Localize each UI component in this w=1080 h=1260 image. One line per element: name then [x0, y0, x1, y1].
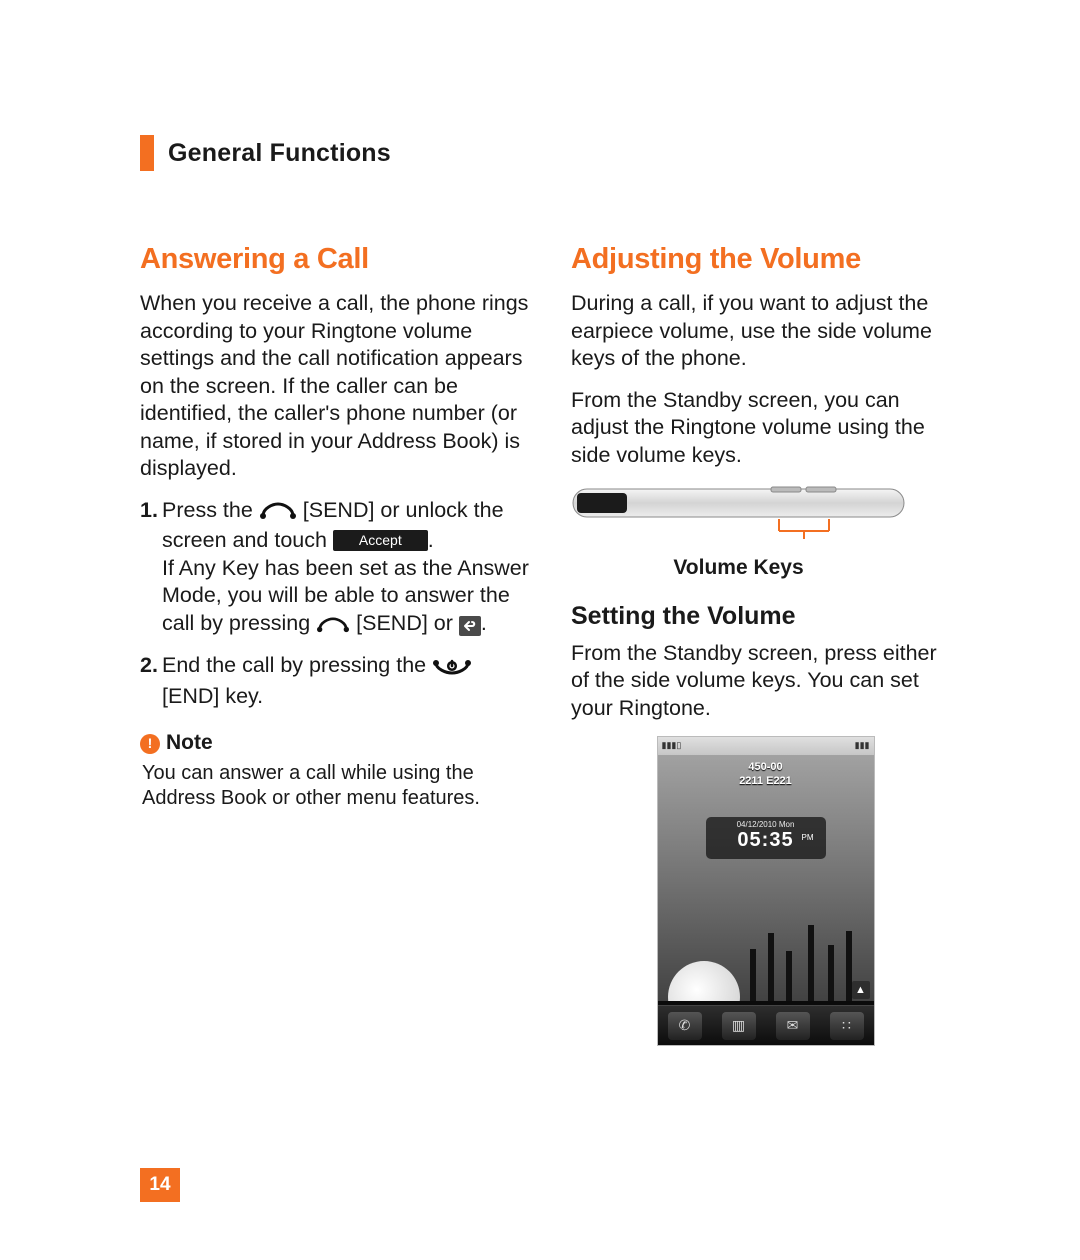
dock-contacts-icon: ▥: [722, 1012, 756, 1040]
chapter-title: General Functions: [168, 139, 391, 168]
battery-icon: ▮▮▮: [855, 740, 870, 752]
step-1-text-a: Press the: [162, 498, 259, 522]
note-icon: !: [140, 734, 160, 754]
volume-p3: From the Standby screen, press either of…: [571, 640, 960, 723]
step-2-text-b: [END] key.: [162, 684, 263, 708]
section-heading-volume: Adjusting the Volume: [571, 241, 960, 278]
phone-clock-widget: 04/12/2010 Mon 05:35 PM: [706, 817, 826, 859]
step-1-text-c: .: [428, 528, 434, 552]
dock-phone-icon: ✆: [668, 1012, 702, 1040]
accent-bar: [140, 135, 154, 171]
phone-side-illustration: [571, 483, 906, 549]
chapter-header: General Functions: [140, 135, 960, 171]
send-key-icon: [259, 500, 297, 528]
phone-ampm: PM: [802, 833, 814, 843]
note-block: ! Note You can answer a call while using…: [140, 730, 529, 811]
volume-keys-label: Volume Keys: [571, 555, 906, 582]
giraffe-silhouette: [808, 925, 814, 1005]
step-1-text-e: [SEND] or: [356, 611, 459, 635]
subsection-heading-setting-volume: Setting the Volume: [571, 600, 960, 632]
step-1-text-f: .: [481, 611, 487, 635]
phone-status-bar: ▮▮▮▯ ▮▮▮: [658, 737, 874, 755]
arrow-up-icon: ▲: [852, 981, 870, 999]
carrier-line-2: 2211 E221: [658, 775, 874, 789]
accept-button-graphic: Accept: [333, 530, 428, 551]
note-label: Note: [166, 730, 213, 757]
left-column: Answering a Call When you receive a call…: [140, 241, 529, 1046]
giraffe-silhouette: [786, 951, 792, 1005]
phone-dock: ✆ ▥ ✉ ∷: [658, 1005, 874, 1045]
phone-standby-screenshot: ▮▮▮▯ ▮▮▮ 450-00 2211 E221 04/12/2010 Mon…: [657, 736, 875, 1046]
send-key-icon: [316, 613, 350, 641]
wallpaper-silhouette: [658, 915, 874, 1005]
phone-date: 04/12/2010 Mon: [706, 817, 826, 830]
giraffe-silhouette: [846, 931, 852, 1005]
dock-menu-icon: ∷: [830, 1012, 864, 1040]
note-text: You can answer a call while using the Ad…: [140, 761, 529, 811]
back-key-icon: [459, 616, 481, 636]
volume-p1: During a call, if you want to adjust the…: [571, 290, 960, 373]
section-heading-answering: Answering a Call: [140, 241, 529, 278]
giraffe-silhouette: [828, 945, 834, 1005]
phone-carrier-text: 450-00 2211 E221: [658, 761, 874, 789]
answering-intro: When you receive a call, the phone rings…: [140, 290, 529, 483]
dock-message-icon: ✉: [776, 1012, 810, 1040]
end-key-icon: [432, 655, 472, 683]
step-1: 1. Press the [SEND] or unlock the screen…: [140, 497, 529, 641]
step-1-number: 1.: [140, 497, 158, 525]
right-column: Adjusting the Volume During a call, if y…: [571, 241, 960, 1046]
carrier-line-1: 450-00: [658, 761, 874, 775]
step-2-number: 2.: [140, 652, 158, 680]
sun-icon: [668, 961, 740, 1005]
signal-icon: ▮▮▮▯: [662, 740, 682, 752]
giraffe-silhouette: [768, 933, 774, 1005]
step-2-text-a: End the call by pressing the: [162, 653, 432, 677]
giraffe-silhouette: [750, 949, 756, 1005]
step-2: 2. End the call by pressing the [END] ke…: [140, 652, 529, 710]
page-number: 14: [140, 1168, 180, 1202]
volume-p2: From the Standby screen, you can adjust …: [571, 387, 960, 470]
